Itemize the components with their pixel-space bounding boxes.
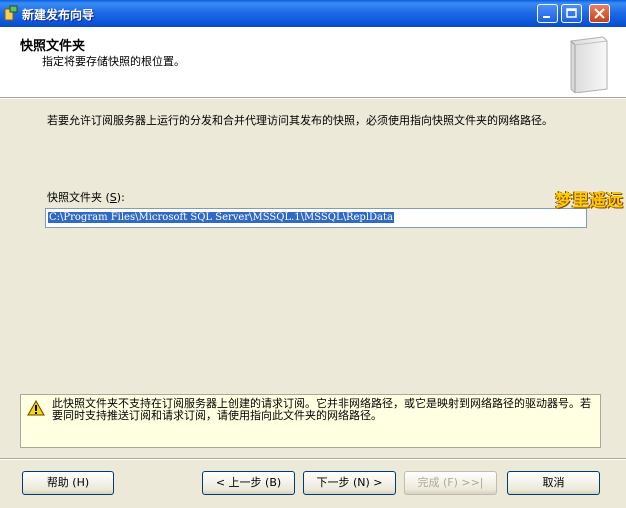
page-title: 快照文件夹 bbox=[20, 39, 86, 54]
finish-button[interactable]: 完成 (F) >>| bbox=[404, 471, 497, 495]
warning-icon bbox=[27, 400, 45, 416]
warning-text: 此快照文件夹不支持在订阅服务器上创建的请求订阅。它并非网络路径，或它是映射到网络… bbox=[52, 397, 591, 422]
close-button[interactable] bbox=[589, 4, 610, 23]
header-separator bbox=[0, 98, 626, 99]
snapshot-folder-value: C:\Program Files\Microsoft SQL Server\MS… bbox=[48, 212, 394, 223]
snapshot-folder-input[interactable]: C:\Program Files\Microsoft SQL Server\MS… bbox=[45, 208, 587, 228]
description-text: 若要允许订阅服务器上运行的分发和合并代理访问其发布的快照，必须使用指向快照文件夹… bbox=[47, 114, 553, 127]
wizard-header: 快照文件夹 指定将要存储快照的根位置。 bbox=[0, 27, 626, 98]
maximize-button[interactable] bbox=[561, 4, 582, 23]
title-bar[interactable]: 新建发布向导 bbox=[0, 0, 626, 27]
warning-panel: 此快照文件夹不支持在订阅服务器上创建的请求订阅。它并非网络路径，或它是映射到网络… bbox=[20, 394, 601, 448]
next-button[interactable]: 下一步 (N) > bbox=[303, 471, 396, 495]
folder-label: 快照文件夹 (S): bbox=[47, 191, 125, 204]
maximize-icon bbox=[566, 8, 577, 18]
wizard-app-icon bbox=[4, 5, 18, 21]
window-title: 新建发布向导 bbox=[22, 8, 95, 22]
minimize-icon bbox=[543, 16, 550, 18]
cancel-button[interactable]: 取消 bbox=[507, 471, 600, 495]
page-subtitle: 指定将要存储快照的根位置。 bbox=[42, 55, 185, 68]
back-button[interactable]: < 上一步 (B) bbox=[202, 471, 295, 495]
button-divider bbox=[0, 458, 626, 460]
watermark-text: 梦里遥远 bbox=[555, 191, 623, 211]
wizard-book-icon bbox=[570, 36, 608, 93]
close-icon bbox=[594, 8, 605, 19]
help-button[interactable]: 帮助 (H) bbox=[22, 471, 114, 495]
minimize-button[interactable] bbox=[537, 4, 558, 23]
